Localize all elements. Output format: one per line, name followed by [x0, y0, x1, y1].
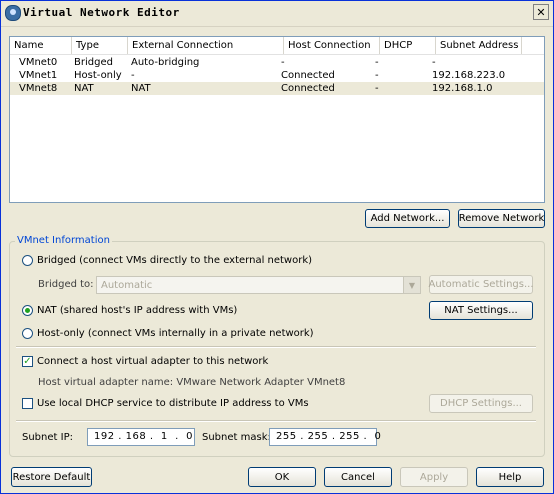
cell-name: VMnet8: [19, 83, 58, 94]
cell-dhcp: -: [375, 70, 379, 81]
vmnet-information-legend: VMnet Information: [15, 235, 112, 246]
cell-external-connection: -: [131, 70, 135, 81]
subnet-ip-input[interactable]: 192 . 168 . 1 . 0: [87, 428, 195, 446]
nat-settings-button[interactable]: NAT Settings...: [429, 301, 533, 320]
chevron-down-icon[interactable]: ▼: [403, 277, 420, 293]
help-button[interactable]: Help: [476, 467, 544, 487]
window-title: Virtual Network Editor: [23, 6, 180, 19]
cell-name: VMnet0: [19, 57, 58, 68]
nat-label[interactable]: NAT (shared host's IP address with VMs): [37, 305, 237, 316]
subnet-ip-label: Subnet IP:: [22, 432, 73, 443]
host-only-label[interactable]: Host-only (connect VMs internally in a p…: [37, 328, 314, 339]
network-globe-icon: [5, 5, 21, 21]
apply-button[interactable]: Apply: [400, 467, 468, 487]
bridged-radio[interactable]: [22, 255, 33, 266]
cell-subnet-address: 192.168.1.0: [432, 83, 493, 94]
separator: [16, 420, 536, 422]
subnet-mask-input[interactable]: 255 . 255 . 255 . 0: [269, 428, 381, 446]
automatic-settings-button[interactable]: Automatic Settings...: [429, 275, 534, 294]
cell-type: Host-only: [74, 70, 122, 81]
bridged-to-select[interactable]: Automatic ▼: [96, 276, 421, 294]
column-header-host-connection[interactable]: Host Connection: [284, 37, 380, 54]
separator: [16, 346, 536, 348]
cell-type: NAT: [74, 83, 94, 94]
nat-radio[interactable]: [22, 305, 33, 316]
cell-subnet-address: 192.168.223.0: [432, 70, 506, 81]
table-row[interactable]: VMnet0 Bridged Auto-bridging - - -: [10, 56, 544, 69]
virtual-network-editor-window: Virtual Network Editor ✕ Name Type Exter…: [0, 0, 554, 494]
ok-button[interactable]: OK: [248, 467, 316, 487]
cell-external-connection: NAT: [131, 83, 151, 94]
list-header: Name Type External Connection Host Conne…: [10, 37, 544, 55]
host-only-radio[interactable]: [22, 328, 33, 339]
title-bar[interactable]: Virtual Network Editor ✕: [1, 1, 553, 27]
use-dhcp-checkbox[interactable]: [22, 398, 33, 409]
restore-default-button[interactable]: Restore Default: [11, 467, 92, 487]
cell-dhcp: -: [375, 83, 379, 94]
cell-host-connection: Connected: [281, 83, 335, 94]
adapter-name-text: Host virtual adapter name: VMware Networ…: [38, 377, 346, 388]
column-header-external-connection[interactable]: External Connection: [128, 37, 284, 54]
subnet-mask-label: Subnet mask:: [202, 432, 271, 443]
connect-adapter-label[interactable]: Connect a host virtual adapter to this n…: [37, 356, 268, 367]
cell-subnet-address: -: [432, 57, 436, 68]
cell-dhcp: -: [375, 57, 379, 68]
bridged-to-label: Bridged to:: [38, 279, 94, 290]
add-network-button[interactable]: Add Network...: [365, 209, 450, 228]
use-dhcp-label[interactable]: Use local DHCP service to distribute IP …: [37, 398, 309, 409]
table-row-selected[interactable]: VMnet8 NAT NAT Connected - 192.168.1.0: [10, 82, 544, 95]
cell-external-connection: Auto-bridging: [131, 57, 200, 68]
cell-host-connection: Connected: [281, 70, 335, 81]
cell-type: Bridged: [74, 57, 113, 68]
network-list[interactable]: Name Type External Connection Host Conne…: [9, 36, 545, 203]
column-header-type[interactable]: Type: [72, 37, 128, 54]
dhcp-settings-button[interactable]: DHCP Settings...: [429, 394, 533, 413]
cell-name: VMnet1: [19, 70, 58, 81]
cancel-button[interactable]: Cancel: [324, 467, 392, 487]
vmnet-information-group: [9, 241, 545, 457]
bridged-label[interactable]: Bridged (connect VMs directly to the ext…: [37, 255, 312, 266]
remove-network-button[interactable]: Remove Network: [458, 209, 545, 228]
cell-host-connection: -: [281, 57, 285, 68]
column-header-dhcp[interactable]: DHCP: [380, 37, 436, 54]
connect-adapter-checkbox[interactable]: ✓: [22, 356, 33, 367]
close-icon: ✕: [536, 5, 546, 19]
check-icon: ✓: [23, 356, 32, 367]
column-header-name[interactable]: Name: [10, 37, 72, 54]
column-header-subnet-address[interactable]: Subnet Address: [436, 37, 522, 54]
table-row[interactable]: VMnet1 Host-only - Connected - 192.168.2…: [10, 69, 544, 82]
close-button[interactable]: ✕: [533, 4, 549, 20]
bridged-to-value: Automatic: [101, 280, 153, 291]
